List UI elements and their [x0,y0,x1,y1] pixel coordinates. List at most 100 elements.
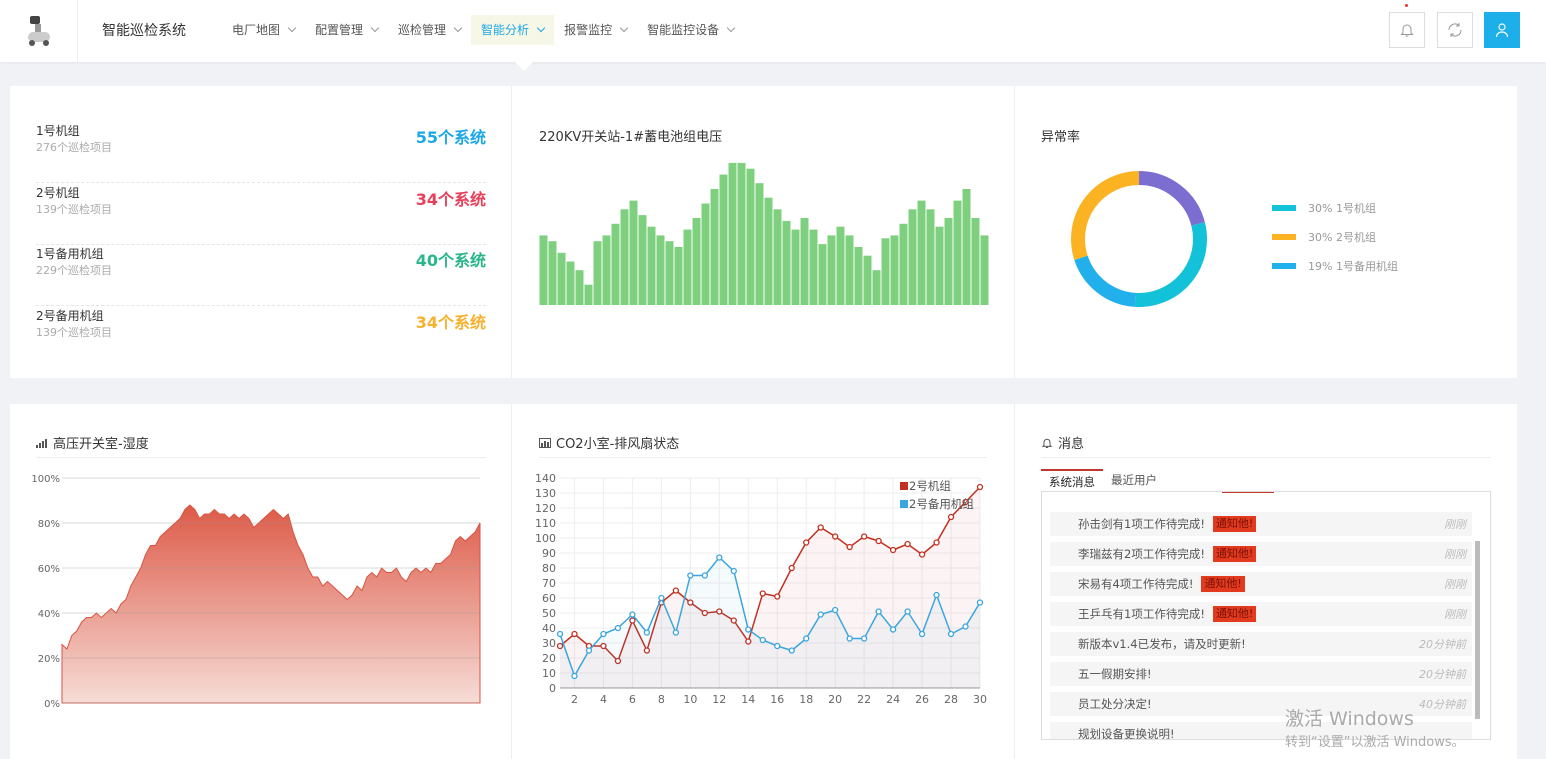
notify-button[interactable]: 通知他! [1212,606,1257,622]
voltage-bar [971,218,980,305]
nav-item-config[interactable]: 配置管理 [305,15,388,45]
y-tick-label: 80% [38,519,60,530]
data-point [860,533,868,540]
voltage-bar [800,218,809,305]
x-tick-label: 22 [857,693,871,706]
y-tick-label: 70 [542,577,556,590]
message-list[interactable]: 孙击剑有1项工作待完成! 通知他! 刚刚 李瑞兹有2项工作待完成! 通知他! 刚刚 宋易… [1041,491,1491,740]
data-point [788,564,795,572]
user-button[interactable] [1484,12,1520,48]
nav-item-plant-map[interactable]: 电厂地图 [222,15,305,45]
group-sub: 229个巡检项目 [36,264,112,277]
x-tick-label: 4 [600,693,607,706]
x-tick-label: 12 [712,693,726,706]
main-nav: 电厂地图 配置管理 巡检管理 智能分析 报警监控 智能监控设备 [222,15,744,45]
message-time: 刚刚 [1444,608,1466,621]
legend-swatch [900,482,908,490]
list-item[interactable]: 新版本v1.4已发布，请及时更新! 20分钟前 [1050,632,1472,656]
voltage-bar [746,168,755,305]
list-item[interactable]: 宋易有4项工作待完成! 通知他! 刚刚 [1050,572,1472,596]
nav-item-analysis[interactable]: 智能分析 [471,15,555,45]
nav-label: 智能分析 [481,23,530,37]
data-point [832,606,839,614]
data-point [962,623,969,630]
list-item[interactable]: 五一假期安排! 20分钟前 [1050,662,1472,686]
fan-line-chart: 01020304050607080901001101201301402 4 6 8 10… [535,472,987,706]
data-point [788,647,795,654]
voltage-bar [611,223,620,305]
x-tick-label: 16 [770,693,784,706]
group-item[interactable]: 2号备用机组 139个巡检项目 34个系统 [36,307,486,368]
logo[interactable] [0,0,78,62]
refresh-icon [1448,23,1462,37]
x-tick-label: 18 [799,693,813,706]
voltage-bar [584,284,593,305]
message-text: 孙击剑有1项工作待完成! [1078,517,1205,531]
message-time: 刚刚 [1444,548,1466,561]
notify-button[interactable]: 通知他! [1212,546,1257,562]
y-tick-label: 0% [44,699,60,710]
message-scrollbar[interactable] [1475,541,1480,719]
voltage-bar [620,209,629,305]
nav-label: 巡检管理 [398,23,447,37]
y-tick-label: 20 [542,652,556,665]
notification-button[interactable] [1389,12,1425,48]
group-sub: 139个巡检项目 [36,326,112,339]
chevron-down-icon [453,23,463,33]
voltage-bar [773,209,782,305]
notify-button[interactable]: 通知他! [1212,516,1257,532]
voltage-bar [674,247,683,305]
tab-recent-users[interactable]: 最近用户 [1103,469,1165,491]
user-icon [1495,23,1509,38]
voltage-bar [719,174,728,305]
divider [511,404,512,759]
data-point [803,635,810,642]
voltage-bar [665,241,674,305]
group-item[interactable]: 1号备用机组 229个巡检项目 40个系统 [36,245,486,306]
y-tick-label: 90 [542,547,556,560]
group-sub: 139个巡检项目 [36,203,112,216]
data-point [585,647,593,654]
voltage-bar [566,261,575,305]
nav-item-devices[interactable]: 智能监控设备 [637,15,744,45]
data-point [600,630,607,638]
group-item[interactable]: 2号机组 139个巡检项目 34个系统 [36,184,486,245]
data-point [745,626,752,633]
group-item[interactable]: 1号机组 276个巡检项目 55个系统 [36,122,486,183]
y-tick-label: 30 [542,637,556,650]
data-point [976,483,984,491]
nav-label: 智能监控设备 [647,23,720,37]
group-value: 34个系统 [415,313,486,332]
data-point [803,539,810,546]
data-point [629,611,636,618]
y-tick-label: 110 [535,517,556,530]
message-text: 规划设备更换说明! [1078,727,1175,740]
list-item[interactable]: 王乒乓有1项工作待完成! 通知他! 刚刚 [1050,602,1472,626]
voltage-bar [863,255,872,305]
data-point [774,593,781,600]
data-point [571,672,578,680]
x-tick-label: 2 [571,693,578,706]
notify-button[interactable]: 通知他! [1201,576,1245,592]
message-time: 40分钟前 [1419,698,1466,711]
list-item[interactable]: 孙击剑有1项工作待完成! 通知他! 刚刚 [1050,512,1472,536]
x-tick-label: 24 [886,693,900,706]
voltage-bar [539,235,548,305]
voltage-title: 220KV开关站-1#蓄电池组电压 [539,130,723,145]
skin-button[interactable] [1437,12,1473,48]
data-point [832,533,839,540]
nav-item-alarm[interactable]: 报警监控 [554,15,637,45]
group-name: 1号机组 [36,124,80,138]
group-value: 55个系统 [415,128,486,147]
nav-label: 报警监控 [564,23,613,37]
data-point [860,635,868,642]
list-item[interactable]: 李瑞兹有2项工作待完成! 通知他! 刚刚 [1050,542,1472,566]
fan-title: CO2小室-排风扇状态 [556,437,680,452]
x-tick-label: 14 [741,693,755,706]
nav-item-inspection[interactable]: 巡检管理 [388,15,471,45]
y-tick-label: 100% [31,474,60,485]
chevron-down-icon [287,23,297,33]
tab-system-messages[interactable]: 系统消息 [1041,469,1103,491]
legend-item: 30% 1号机组 [1272,200,1376,216]
abnormal-title: 异常率 [1041,130,1081,145]
